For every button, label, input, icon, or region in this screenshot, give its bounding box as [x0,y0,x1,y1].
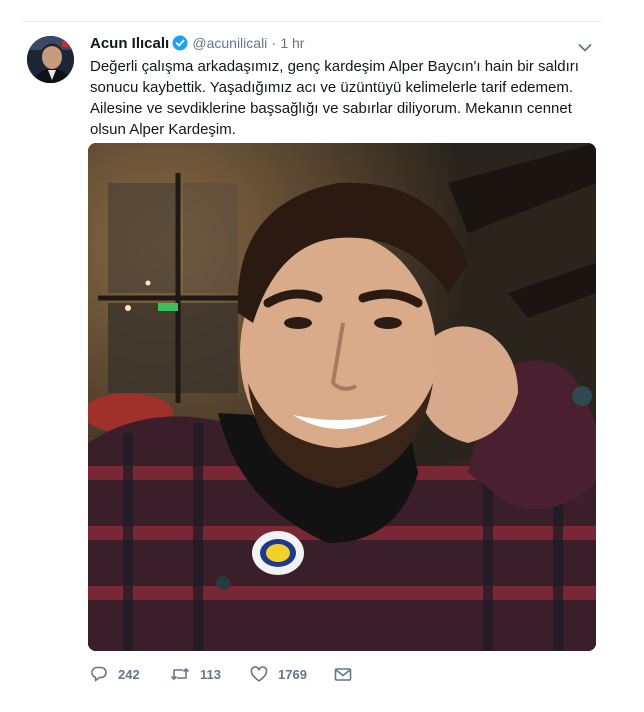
retweet-icon [170,668,190,680]
divider [23,21,601,22]
heart-icon [250,665,268,682]
verified-badge-icon [172,35,188,55]
envelope-icon [334,667,352,681]
tweet-photo[interactable] [88,143,596,651]
tweet-actions: 242 113 1769 [90,663,352,685]
retweet-count: 113 [200,666,221,682]
like-count: 1769 [278,666,307,682]
reply-icon [91,666,107,682]
avatar-image [27,36,74,83]
timestamp[interactable]: 1 hr [280,35,304,51]
chevron-down-icon[interactable] [578,40,592,52]
avatar[interactable] [27,36,74,83]
tweet-text: Değerli çalışma arkadaşımız, genç kardeş… [90,58,579,138]
author-handle[interactable]: @acunilicali [192,35,267,51]
reply-button[interactable]: 242 [90,665,170,683]
direct-message-button[interactable] [334,667,352,682]
reply-count: 242 [118,666,140,682]
photo-image [88,143,596,651]
tweet-header: Acun Ilıcalı @acunilicali · 1 hr [90,35,304,55]
like-button[interactable]: 1769 [250,665,334,683]
author-name[interactable]: Acun Ilıcalı [90,35,169,52]
separator-dot: · [271,35,277,51]
retweet-button[interactable]: 113 [170,665,250,683]
